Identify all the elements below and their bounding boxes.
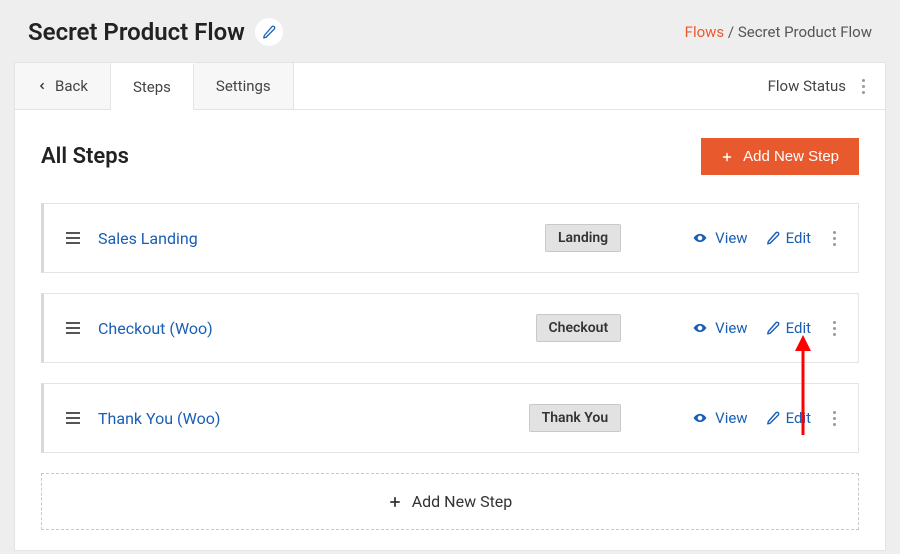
breadcrumb: Flows / Secret Product Flow bbox=[685, 23, 872, 41]
add-new-step-row[interactable]: Add New Step bbox=[41, 473, 859, 530]
breadcrumb-link[interactable]: Flows bbox=[685, 23, 725, 41]
view-button[interactable]: View bbox=[691, 319, 747, 337]
step-more-menu[interactable] bbox=[829, 227, 840, 250]
flow-more-menu[interactable] bbox=[858, 75, 869, 98]
back-button[interactable]: Back bbox=[15, 63, 111, 109]
drag-handle-icon[interactable] bbox=[66, 322, 80, 334]
drag-handle-icon[interactable] bbox=[66, 412, 80, 424]
pencil-icon bbox=[766, 321, 780, 335]
flow-status-button[interactable]: Flow Status bbox=[768, 77, 846, 95]
breadcrumb-current: Secret Product Flow bbox=[738, 23, 872, 41]
eye-icon bbox=[691, 411, 709, 425]
page-header: Secret Product Flow Flows / Secret Produ… bbox=[0, 0, 900, 62]
eye-icon bbox=[691, 231, 709, 245]
step-name-link[interactable]: Thank You (Woo) bbox=[98, 409, 220, 428]
plus-icon bbox=[388, 495, 402, 509]
plus-icon bbox=[721, 151, 733, 163]
edit-button[interactable]: Edit bbox=[766, 319, 811, 337]
content-header: All Steps Add New Step bbox=[41, 138, 859, 175]
breadcrumb-sep: / bbox=[724, 23, 738, 41]
view-button[interactable]: View bbox=[691, 409, 747, 427]
eye-icon bbox=[691, 321, 709, 335]
step-row: Checkout (Woo) Checkout View Edit bbox=[41, 293, 859, 363]
step-actions: View Edit bbox=[691, 407, 840, 430]
page-title: Secret Product Flow bbox=[28, 18, 245, 46]
add-button-label: Add New Step bbox=[743, 148, 839, 165]
step-name-link[interactable]: Checkout (Woo) bbox=[98, 319, 213, 338]
content-panel: All Steps Add New Step Sales Landing Lan… bbox=[14, 110, 886, 551]
pencil-icon bbox=[766, 231, 780, 245]
step-more-menu[interactable] bbox=[829, 407, 840, 430]
view-button[interactable]: View bbox=[691, 229, 747, 247]
add-row-label: Add New Step bbox=[412, 492, 513, 511]
pencil-icon bbox=[766, 411, 780, 425]
back-label: Back bbox=[55, 77, 88, 95]
tabs-bar: Back Steps Settings Flow Status bbox=[14, 62, 886, 110]
step-more-menu[interactable] bbox=[829, 317, 840, 340]
step-name-link[interactable]: Sales Landing bbox=[98, 229, 198, 248]
step-row: Thank You (Woo) Thank You View Edit bbox=[41, 383, 859, 453]
add-new-step-button[interactable]: Add New Step bbox=[701, 138, 859, 175]
chevron-left-icon bbox=[37, 79, 47, 93]
tab-settings[interactable]: Settings bbox=[194, 63, 294, 109]
drag-handle-icon[interactable] bbox=[66, 232, 80, 244]
edit-button[interactable]: Edit bbox=[766, 409, 811, 427]
edit-button[interactable]: Edit bbox=[766, 229, 811, 247]
step-type-badge: Landing bbox=[545, 224, 621, 252]
pencil-icon bbox=[262, 25, 276, 39]
step-actions: View Edit bbox=[691, 317, 840, 340]
step-type-badge: Checkout bbox=[536, 314, 622, 342]
header-left: Secret Product Flow bbox=[28, 18, 283, 46]
tabs-right: Flow Status bbox=[768, 63, 885, 109]
step-type-badge: Thank You bbox=[529, 404, 622, 432]
content-title: All Steps bbox=[41, 144, 129, 169]
edit-title-button[interactable] bbox=[255, 18, 283, 46]
step-row: Sales Landing Landing View Edit bbox=[41, 203, 859, 273]
step-actions: View Edit bbox=[691, 227, 840, 250]
tab-steps[interactable]: Steps bbox=[111, 64, 194, 110]
